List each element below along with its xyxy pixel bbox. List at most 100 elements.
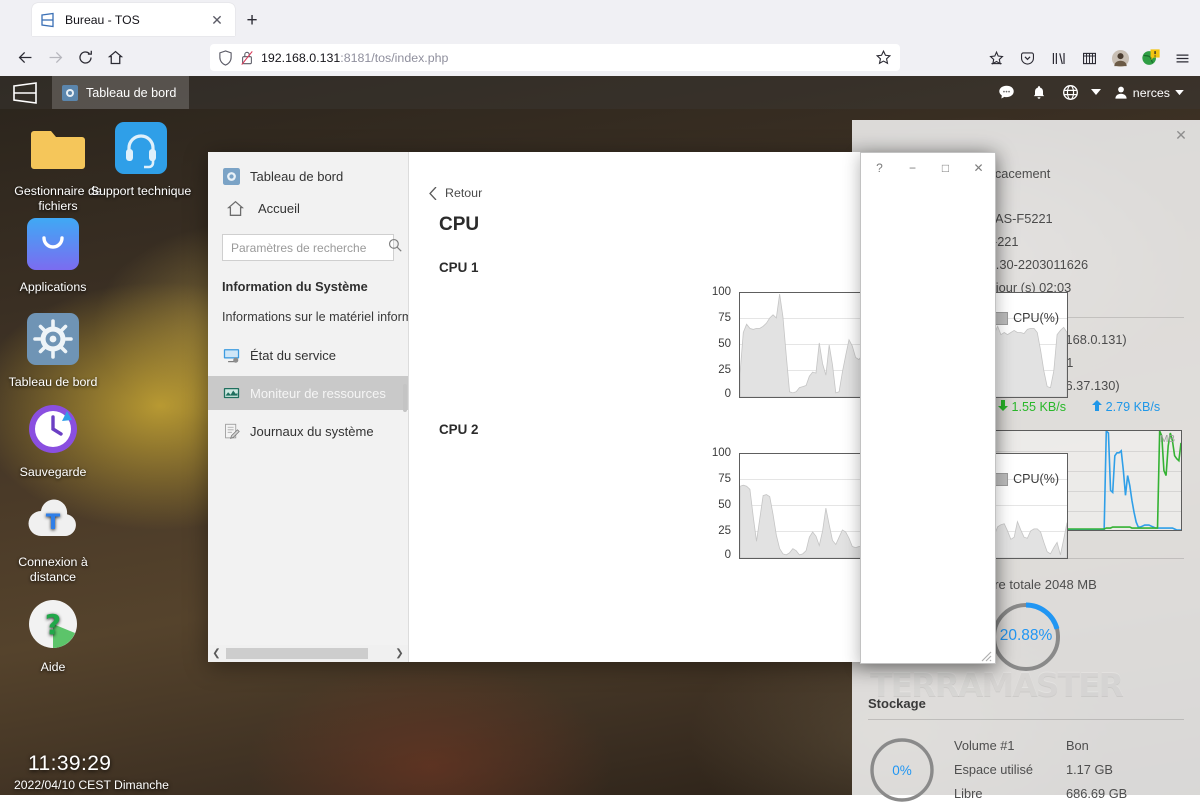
search-icon[interactable] — [388, 238, 402, 257]
cpu2-ytick: 25 — [718, 525, 731, 537]
browser-tab[interactable]: Bureau - TOS ✕ — [32, 3, 235, 36]
storage-value: Bon — [1066, 738, 1089, 753]
close-icon[interactable]: ✕ — [207, 10, 227, 30]
monitor-icon — [222, 346, 240, 364]
sidebar-item-system-logs[interactable]: Journaux du système — [208, 414, 408, 448]
close-icon[interactable]: ✕ — [962, 154, 995, 182]
search-input-wrapper[interactable] — [222, 234, 402, 261]
desktop-icon-applications[interactable]: Applications — [0, 216, 108, 295]
desktop-icon-backup[interactable]: Sauvegarde — [0, 401, 108, 480]
app-store-bag-icon — [25, 216, 81, 272]
tos-topbar: Tableau de bord nerces — [0, 76, 1200, 109]
sidebar-item-service-state[interactable]: État du service — [208, 338, 408, 372]
cpu1-ytick: 75 — [718, 312, 731, 324]
sidebar-icon[interactable] — [1075, 44, 1103, 72]
chevron-left-icon — [429, 186, 437, 200]
url-host: 192.168.0.131 — [261, 50, 341, 65]
clock-date: 2022/04/10 CEST Dimanche — [14, 778, 169, 792]
storage-row: Espace utilisé 1.17 GB — [954, 758, 1184, 782]
search-input[interactable] — [229, 239, 388, 256]
maximize-icon[interactable]: □ — [929, 154, 962, 182]
user-menu[interactable]: nerces — [1106, 85, 1192, 100]
arrow-up-icon — [1092, 400, 1103, 411]
chevron-down-icon — [1175, 89, 1184, 95]
taskbar-item-dashboard[interactable]: Tableau de bord — [52, 76, 190, 109]
memory-percent: 20.88% — [999, 627, 1053, 644]
download-speed: 1.55 KB/s — [998, 400, 1066, 414]
account-avatar-icon[interactable] — [1106, 44, 1134, 72]
upload-speed-value: 2.79 KB/s — [1105, 400, 1161, 414]
lock-crossed-icon[interactable] — [240, 50, 254, 66]
cpu2-ytick: 75 — [718, 473, 731, 485]
star-icon[interactable] — [875, 49, 892, 66]
forward-button[interactable] — [40, 42, 70, 72]
back-button[interactable]: Retour — [429, 186, 482, 200]
tos-topbar-actions: nerces — [992, 76, 1200, 109]
resize-grip-icon[interactable] — [981, 649, 992, 662]
storage-key: Espace utilisé — [954, 762, 1033, 777]
dialog-titlebar[interactable]: ? − □ ✕ — [861, 153, 995, 183]
tos-cube-icon — [40, 12, 56, 28]
chevron-right-icon[interactable]: ❯ — [391, 645, 408, 662]
gear-icon — [62, 84, 78, 101]
globe-icon[interactable] — [1056, 76, 1086, 109]
sidebar-item-label: État du service — [250, 347, 336, 363]
cpu2-ytick: 0 — [724, 549, 731, 561]
home-icon — [226, 199, 244, 217]
folder-icon — [30, 120, 86, 176]
sidebar-horizontal-scrollbar[interactable]: ❮ ❯ — [208, 645, 408, 662]
reload-button[interactable] — [70, 42, 100, 72]
chat-bubble-icon[interactable] — [992, 76, 1022, 109]
user-icon — [1115, 86, 1127, 99]
desktop-icon-help[interactable]: ? Aide — [0, 596, 108, 675]
chevron-down-icon[interactable] — [1088, 76, 1104, 109]
extension-warning-icon[interactable] — [1137, 44, 1165, 72]
close-icon[interactable]: ✕ — [1172, 126, 1190, 144]
settings-sidebar: Tableau de bord Accueil Information du S… — [208, 152, 409, 662]
desktop-icon-label: Sauvegarde — [19, 465, 87, 479]
user-name: nerces — [1132, 85, 1170, 100]
sidebar-group-title: Information du Système — [222, 279, 368, 294]
sidebar-item-dashboard[interactable]: Tableau de bord — [208, 160, 408, 192]
sidebar-item-hardware-info[interactable]: Informations sur le matériel informa — [208, 302, 408, 332]
back-button[interactable] — [10, 42, 40, 72]
home-button[interactable] — [100, 42, 130, 72]
hamburger-menu-icon[interactable] — [1168, 44, 1196, 72]
desktop-icon-label: Connexion à distance — [18, 555, 88, 584]
terramaster-logo-icon[interactable] — [0, 76, 52, 109]
desktop-icon-remote-connection[interactable]: T Connexion à distance — [0, 491, 108, 585]
pocket-icon[interactable] — [1013, 44, 1041, 72]
cpu2-ytick: 100 — [711, 447, 731, 459]
help-icon[interactable]: ? — [863, 154, 896, 182]
scrollbar-thumb[interactable] — [226, 648, 368, 659]
storage-body: 0% Volume #1 Bon Espace utilisé 1.17 GB … — [852, 720, 1200, 806]
question-mark-icon: ? — [25, 596, 81, 652]
sidebar-item-home[interactable]: Accueil — [208, 192, 408, 224]
desktop-icon-dashboard[interactable]: Tableau de bord — [0, 311, 108, 390]
storage-heading: Stockage — [868, 696, 926, 711]
url-bar[interactable]: 192.168.0.131:8181/tos/index.php — [210, 44, 900, 71]
sidebar-item-resource-monitor[interactable]: Moniteur de ressources — [208, 376, 408, 410]
bell-icon[interactable] — [1024, 76, 1054, 109]
save-to-pocket-icon[interactable] — [982, 44, 1010, 72]
cpu1-legend: CPU(%) — [993, 311, 1059, 325]
download-speed-value: 1.55 KB/s — [1011, 400, 1067, 414]
sidebar-item-label: Tableau de bord — [250, 168, 344, 184]
chart-title-cpu1: CPU 1 — [439, 260, 479, 275]
cpu1-ytick: 100 — [711, 286, 731, 298]
log-pencil-icon — [222, 422, 240, 440]
clock-time: 11:39:29 — [28, 752, 112, 775]
desktop-icon-support[interactable]: Support technique — [86, 120, 196, 199]
svg-text:T: T — [46, 510, 61, 534]
floating-dialog-window: ? − □ ✕ — [860, 152, 996, 664]
back-label: Retour — [445, 186, 483, 200]
shield-icon[interactable] — [218, 49, 233, 66]
library-icon[interactable] — [1044, 44, 1072, 72]
cpu1-ytick: 50 — [718, 338, 731, 350]
sidebar-vertical-scrollbar[interactable] — [403, 384, 407, 412]
storage-value: 1.17 GB — [1066, 762, 1113, 777]
minimize-icon[interactable]: − — [896, 154, 929, 182]
new-tab-button[interactable]: + — [240, 8, 264, 32]
upload-speed: 2.79 KB/s — [1092, 400, 1160, 414]
chevron-left-icon[interactable]: ❮ — [208, 645, 225, 662]
